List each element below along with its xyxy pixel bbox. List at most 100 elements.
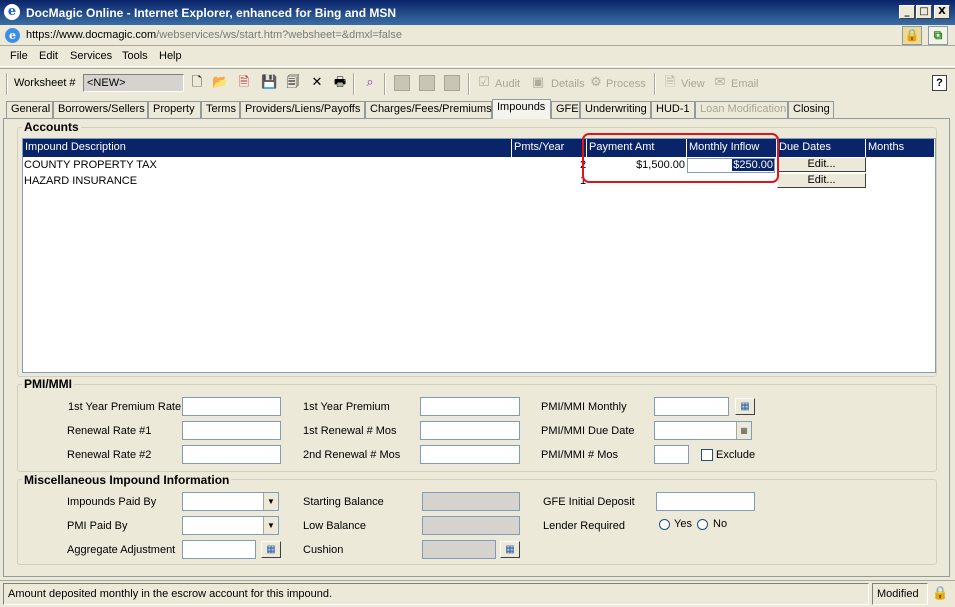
tab-gfe[interactable]: GFE xyxy=(551,101,580,118)
close-button[interactable]: X xyxy=(934,5,950,19)
pmi-num-mos-label: PMI/MMI # Mos xyxy=(541,449,619,461)
row1-description[interactable]: COUNTY PROPERTY TAX xyxy=(24,159,157,171)
first-year-premium-label: 1st Year Premium xyxy=(303,401,390,413)
url-domain: docmagic.com xyxy=(85,29,157,41)
tab-general[interactable]: General xyxy=(6,101,53,118)
lock-icon: 🔒 xyxy=(932,585,949,600)
tab-providers-liens-payoffs[interactable]: Providers/Liens/Payoffs xyxy=(240,101,365,118)
cushion-field xyxy=(422,540,496,559)
url-scheme: https://www. xyxy=(26,29,86,41)
renewal-rate-2-label: Renewal Rate #2 xyxy=(67,449,152,461)
first-renewal-mos-input[interactable] xyxy=(420,421,520,440)
page-icon: e xyxy=(5,28,20,43)
maximize-button[interactable]: □ xyxy=(916,5,932,19)
chevron-down-icon[interactable]: ▼ xyxy=(263,517,278,534)
new-document-icon[interactable]: 🗋 xyxy=(189,75,205,91)
tab-terms[interactable]: Terms xyxy=(201,101,240,118)
column-pmts-year[interactable]: Pmts/Year xyxy=(512,139,587,157)
toolbar-separator xyxy=(654,73,656,95)
url-path: /webservices/ws/start.htm?websheet=&dmxl… xyxy=(156,29,402,41)
save-as-icon[interactable]: 🗐 xyxy=(285,75,301,91)
print-icon[interactable]: 🖶 xyxy=(332,75,348,91)
row2-due-dates-edit-button[interactable]: Edit... xyxy=(777,173,866,188)
misc-title: Miscellaneous Impound Information xyxy=(22,473,232,487)
impounds-paid-by-label: Impounds Paid By xyxy=(67,496,157,508)
open-folder-icon[interactable]: 📂 xyxy=(212,75,228,91)
search-icon[interactable]: ⌕ xyxy=(362,75,378,91)
status-message: Amount deposited monthly in the escrow a… xyxy=(3,583,869,605)
lender-required-yes-radio[interactable] xyxy=(659,519,670,530)
impounds-paid-by-select[interactable]: ▼ xyxy=(182,492,279,511)
first-year-premium-rate-input[interactable] xyxy=(182,397,281,416)
gfe-initial-deposit-label: GFE Initial Deposit xyxy=(543,496,635,508)
tab-property[interactable]: Property xyxy=(148,101,201,118)
email-button[interactable]: Email xyxy=(731,78,759,90)
details-button[interactable]: Details xyxy=(551,78,585,90)
tab-impounds[interactable]: Impounds xyxy=(492,99,551,119)
menu-services[interactable]: Services xyxy=(70,50,112,62)
column-impound-description[interactable]: Impound Description xyxy=(23,139,512,157)
url-text[interactable]: https://www.docmagic.com/webservices/ws/… xyxy=(26,29,402,41)
pmi-monthly-input[interactable] xyxy=(654,397,729,416)
view-button[interactable]: View xyxy=(681,78,705,90)
menu-help[interactable]: Help xyxy=(159,50,182,62)
renewal-rate-1-label: Renewal Rate #1 xyxy=(67,425,152,437)
menu-bar: File Edit Services Tools Help xyxy=(0,46,955,67)
lock-icon[interactable]: 🔒 xyxy=(902,26,922,45)
tab-charges-fees-premiums[interactable]: Charges/Fees/Premiums xyxy=(365,101,492,118)
pmi-due-date-input[interactable]: ▦ xyxy=(654,421,752,440)
row1-due-dates-edit-button[interactable]: Edit... xyxy=(777,157,866,172)
menu-file[interactable]: File xyxy=(10,50,28,62)
form-icon-2 xyxy=(419,75,435,91)
tab-loan-modification: Loan Modification xyxy=(695,101,788,118)
calculator-icon[interactable]: ▦ xyxy=(261,541,281,558)
renewal-rate-1-input[interactable] xyxy=(182,421,281,440)
toolbar-grip xyxy=(6,73,8,95)
audit-button[interactable]: Audit xyxy=(495,78,520,90)
aggregate-adjustment-input[interactable] xyxy=(182,540,256,559)
pmi-paid-by-label: PMI Paid By xyxy=(67,520,128,532)
calculator-icon[interactable]: ▦ xyxy=(735,398,755,415)
tab-underwriting[interactable]: Underwriting xyxy=(580,101,651,118)
worksheet-number-field[interactable]: <NEW> xyxy=(83,74,184,92)
minimize-button[interactable]: _ xyxy=(899,5,915,19)
column-due-dates[interactable]: Due Dates xyxy=(777,139,866,157)
accounts-grid[interactable]: Impound Description Pmts/Year Payment Am… xyxy=(22,138,936,373)
first-year-premium-rate-label: 1st Year Premium Rate xyxy=(68,401,182,413)
starting-balance-field xyxy=(422,492,520,511)
first-year-premium-input[interactable] xyxy=(420,397,520,416)
delete-icon[interactable]: ✕ xyxy=(309,75,325,91)
menu-tools[interactable]: Tools xyxy=(122,50,148,62)
highlight-annotation xyxy=(582,133,779,183)
renewal-rate-2-input[interactable] xyxy=(182,445,281,464)
toolbar: Worksheet # <NEW> 🗋 📂 🗎 💾 🗐 ✕ 🖶 ⌕ ☑ Audi… xyxy=(0,68,955,97)
address-bar[interactable]: e https://www.docmagic.com/webservices/w… xyxy=(0,25,955,46)
aggregate-adjustment-label: Aggregate Adjustment xyxy=(67,544,176,556)
row2-description[interactable]: HAZARD INSURANCE xyxy=(24,175,137,187)
form-icon-3 xyxy=(444,75,460,91)
lender-required-no-radio[interactable] xyxy=(697,519,708,530)
pmi-title: PMI/MMI xyxy=(22,377,74,391)
help-button[interactable]: ? xyxy=(932,75,947,91)
second-renewal-mos-input[interactable] xyxy=(420,445,520,464)
details-icon: ▣ xyxy=(531,75,545,90)
save-icon[interactable]: 💾 xyxy=(261,75,277,91)
tab-borrowers-sellers[interactable]: Borrowers/Sellers xyxy=(53,101,148,118)
window-title-bar[interactable]: e DocMagic Online - Internet Explorer, e… xyxy=(0,0,955,25)
process-button[interactable]: Process xyxy=(606,78,646,90)
tab-closing[interactable]: Closing xyxy=(788,101,834,118)
low-balance-label: Low Balance xyxy=(303,520,366,532)
calendar-icon[interactable]: ▦ xyxy=(736,422,751,439)
compatibility-icon[interactable]: ⧉ xyxy=(928,26,948,45)
pmi-num-mos-input[interactable] xyxy=(654,445,689,464)
pmi-paid-by-select[interactable]: ▼ xyxy=(182,516,279,535)
column-months[interactable]: Months xyxy=(866,139,935,157)
menu-edit[interactable]: Edit xyxy=(39,50,58,62)
exclude-checkbox[interactable] xyxy=(701,449,713,461)
calculator-icon[interactable]: ▦ xyxy=(500,541,520,558)
yes-label: Yes xyxy=(674,518,692,530)
import-icon[interactable]: 🗎 xyxy=(236,75,252,91)
chevron-down-icon[interactable]: ▼ xyxy=(263,493,278,510)
gfe-initial-deposit-input[interactable] xyxy=(656,492,755,511)
tab-hud-1[interactable]: HUD-1 xyxy=(651,101,695,118)
